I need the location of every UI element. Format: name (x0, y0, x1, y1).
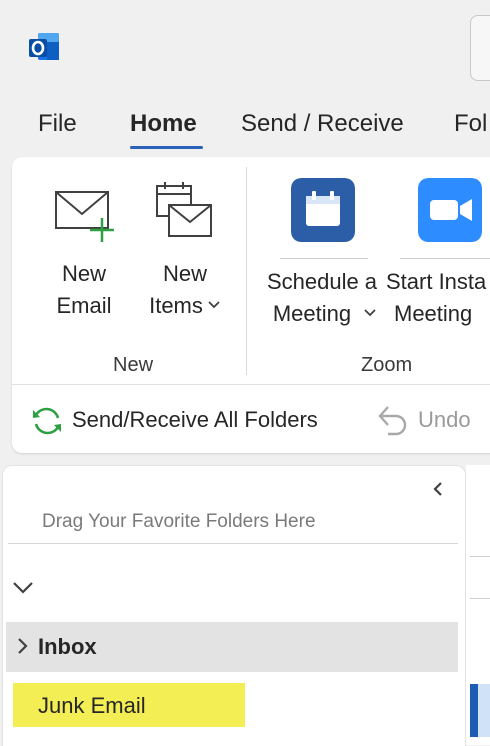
group-separator (246, 167, 247, 375)
new-email-icon (55, 191, 114, 242)
new-email-label-2: Email (56, 293, 112, 318)
favorites-divider (8, 543, 458, 544)
button-separator (400, 258, 490, 259)
new-items-button[interactable]: New Items (140, 178, 230, 318)
send-receive-all-button[interactable]: Send/Receive All Folders (30, 400, 340, 440)
folder-label-inbox: Inbox (38, 634, 97, 659)
divider (470, 598, 490, 599)
calendar-icon (291, 178, 355, 242)
tab-folder[interactable]: Fol (454, 110, 487, 138)
button-separator (280, 258, 368, 259)
selection-marker (470, 684, 478, 737)
video-camera-icon (418, 178, 482, 242)
group-label-new: New (113, 354, 154, 376)
new-items-label-2: Items (149, 293, 203, 318)
start-instant-label-1: Start Insta (386, 269, 487, 294)
schedule-meeting-button[interactable]: Schedule a Meeting (260, 176, 384, 336)
chevron-down-icon (208, 301, 220, 309)
ribbon-divider (12, 384, 490, 385)
outlook-logo-icon (29, 33, 59, 60)
collapse-pane-icon[interactable] (430, 480, 446, 498)
send-receive-all-label: Send/Receive All Folders (72, 407, 318, 432)
group-label-zoom: Zoom (361, 354, 413, 376)
undo-label: Undo (418, 407, 471, 432)
new-email-label-1: New (61, 261, 106, 286)
sync-icon (33, 407, 61, 435)
new-items-label-1: New (162, 261, 207, 286)
tab-file[interactable]: File (38, 110, 77, 138)
active-tab-indicator (130, 146, 203, 149)
undo-icon (378, 406, 407, 436)
chevron-right-icon[interactable] (16, 636, 30, 656)
start-instant-meeting-button[interactable]: Start Insta Meeting (384, 176, 490, 336)
new-items-icon (156, 182, 212, 237)
tab-send-receive[interactable]: Send / Receive (241, 110, 404, 138)
undo-button[interactable]: Undo (376, 400, 486, 440)
favorites-drag-hint: Drag Your Favorite Folders Here (42, 511, 316, 532)
schedule-meeting-label-1: Schedule a (266, 269, 378, 294)
divider (470, 556, 490, 557)
folder-label-junk-email: Junk Email (38, 693, 146, 718)
selected-message-highlight (478, 684, 490, 737)
chevron-down-icon[interactable] (12, 580, 34, 596)
new-email-button[interactable]: New Email (44, 178, 124, 318)
schedule-meeting-label-2: Meeting (272, 301, 352, 326)
tab-home[interactable]: Home (130, 110, 197, 138)
start-instant-label-2: Meeting (394, 301, 473, 326)
chevron-down-icon (364, 309, 376, 317)
search-box[interactable] (470, 15, 490, 81)
